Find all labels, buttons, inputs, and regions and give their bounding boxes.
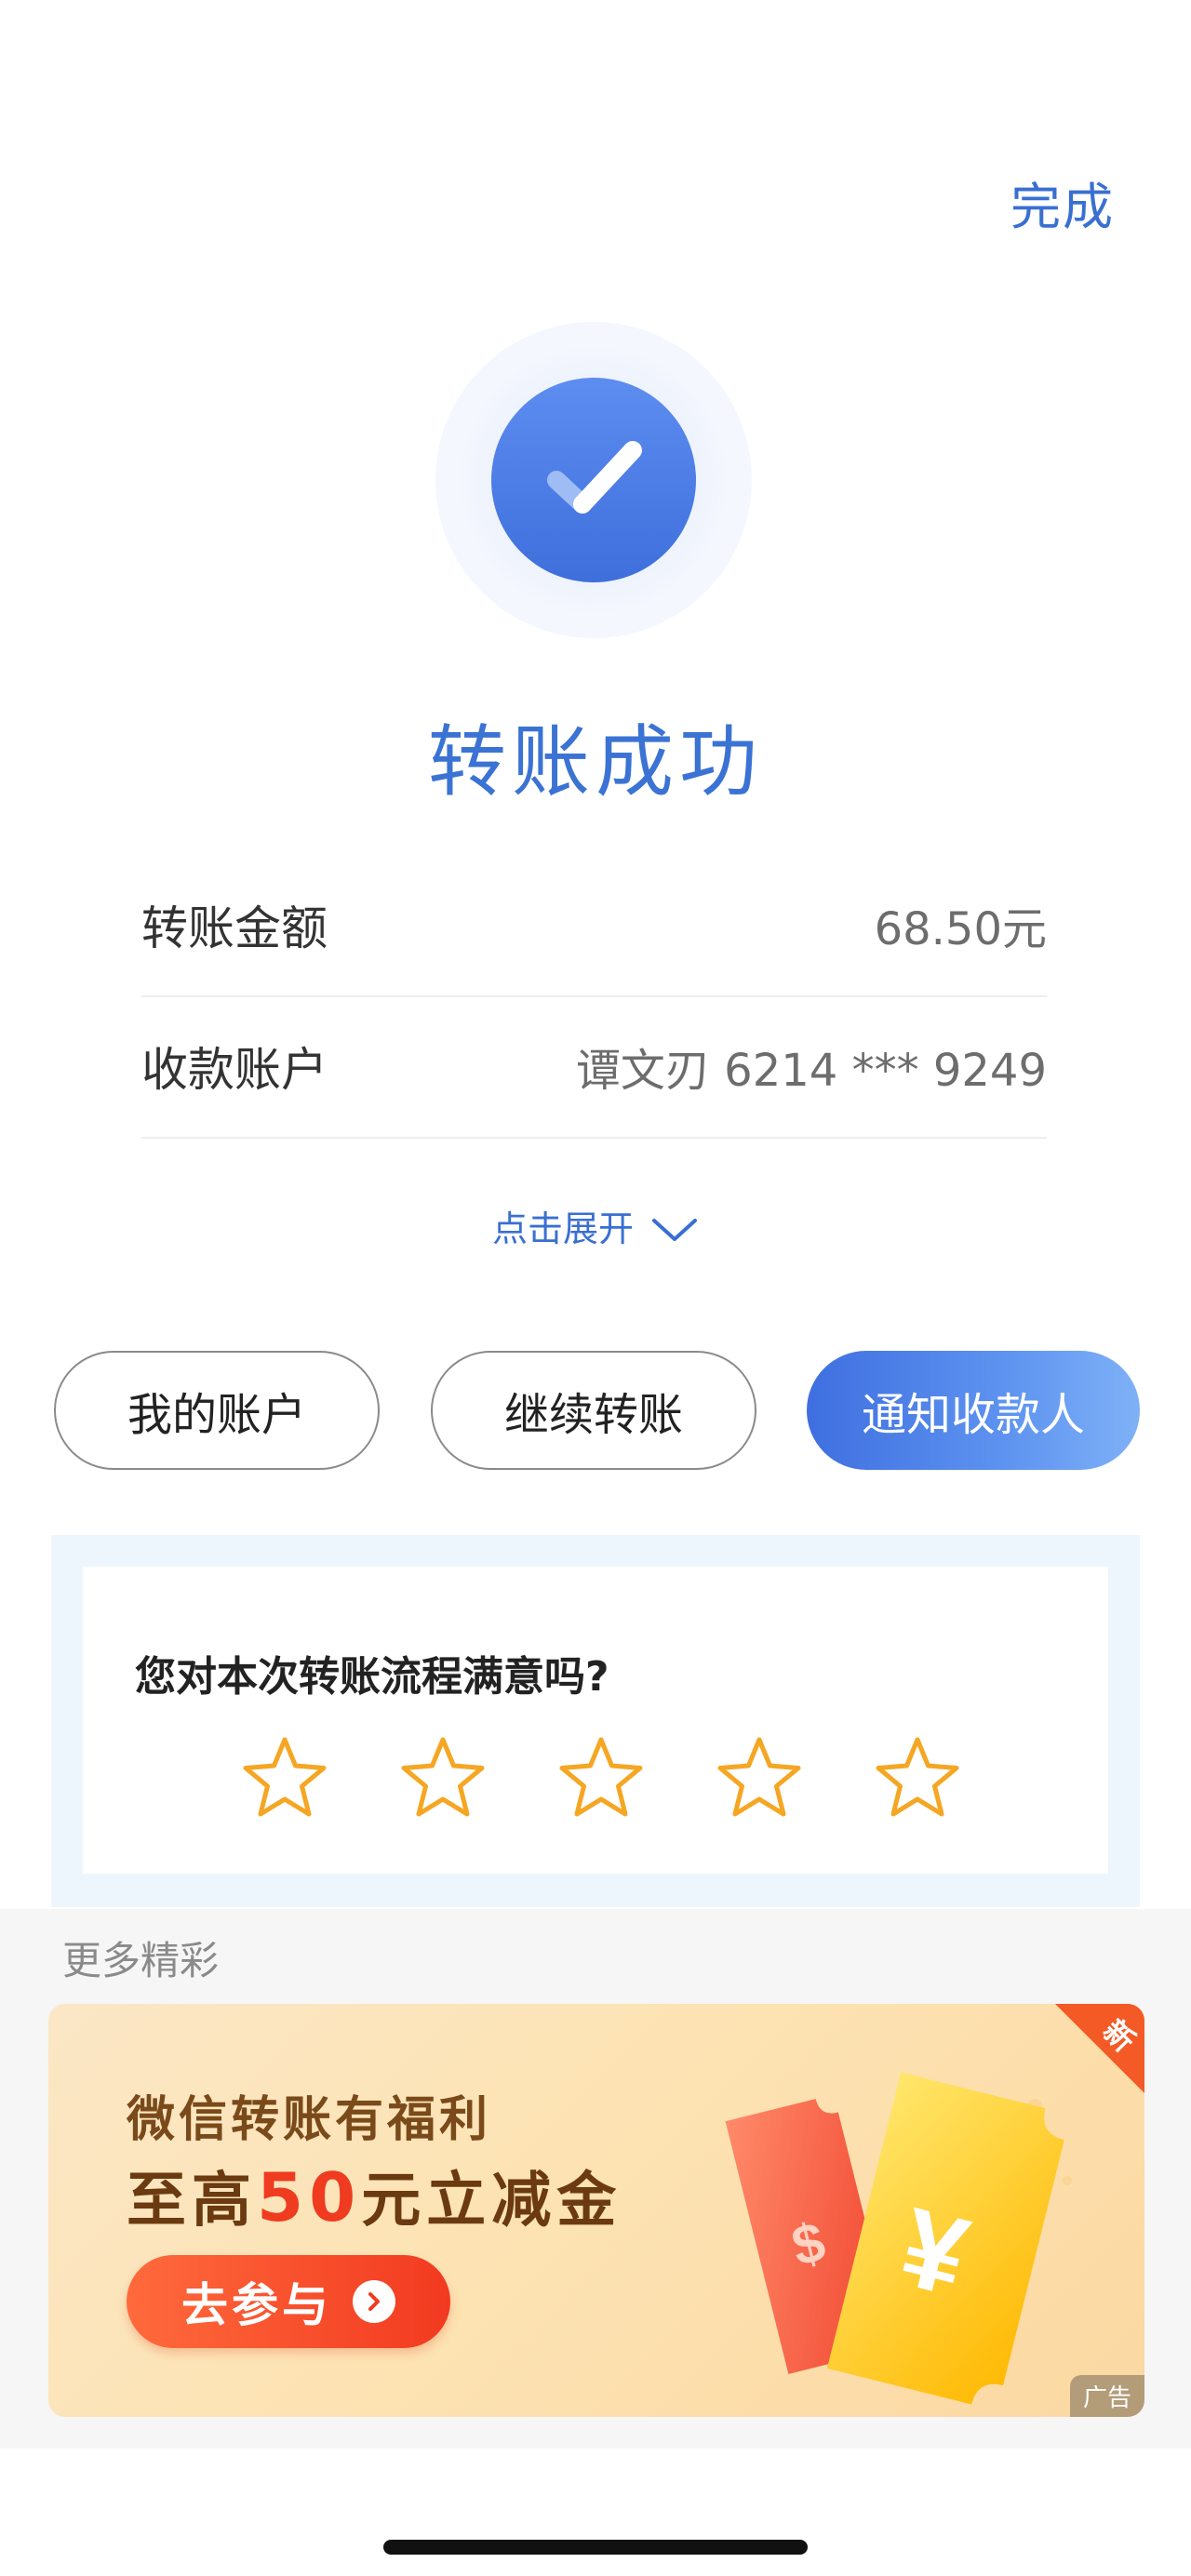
home-indicator[interactable] xyxy=(383,2540,808,2555)
star-icon[interactable] xyxy=(396,1732,489,1825)
notify-payee-button[interactable]: 通知收款人 xyxy=(807,1351,1140,1470)
more-section: 更多精彩 微信转账有福利 至高50元立减金 去参与 $ ¥ 新 广告 xyxy=(0,1909,1191,2449)
rating-card: 您对本次转账流程满意吗? xyxy=(83,1567,1108,1874)
star-icon[interactable] xyxy=(713,1732,806,1825)
ad-tag: 广告 xyxy=(1069,2375,1144,2417)
rating-stars xyxy=(238,1732,1029,1825)
promo-headline: 微信转账有福利 xyxy=(127,2092,492,2148)
promo-offer-prefix: 至高 xyxy=(127,2167,257,2236)
star-icon[interactable] xyxy=(238,1732,331,1825)
payee-account-label: 收款账户 xyxy=(141,1043,328,1097)
promo-offer-amount: 50 xyxy=(257,2158,362,2236)
amount-label: 转账金额 xyxy=(141,901,328,955)
my-account-button[interactable]: 我的账户 xyxy=(54,1351,380,1470)
join-label: 去参与 xyxy=(181,2278,332,2332)
rating-panel: 您对本次转账流程满意吗? xyxy=(51,1535,1140,1907)
done-button[interactable]: 完成 xyxy=(1010,166,1115,239)
payee-account-row: 收款账户 谭文刃 6214 *** 9249 xyxy=(141,995,1047,1139)
star-icon[interactable] xyxy=(555,1732,648,1825)
join-button[interactable]: 去参与 xyxy=(127,2255,450,2348)
chevron-right-icon xyxy=(353,2280,395,2323)
amount-value: 68.50元 xyxy=(874,903,1047,955)
expand-details-button[interactable]: 点击展开 xyxy=(0,1200,1191,1252)
promo-offer-suffix: 元立减金 xyxy=(361,2167,622,2236)
continue-transfer-button[interactable]: 继续转账 xyxy=(431,1351,756,1470)
promo-offer: 至高50元立减金 xyxy=(127,2153,622,2238)
expand-label: 点击展开 xyxy=(491,1208,634,1249)
promo-banner[interactable]: 微信转账有福利 至高50元立减金 去参与 $ ¥ 新 广告 xyxy=(48,2004,1144,2417)
chevron-down-icon xyxy=(650,1211,699,1252)
success-title: 转账成功 xyxy=(427,716,763,808)
success-check-icon xyxy=(435,322,752,638)
rating-question: 您对本次转账流程满意吗? xyxy=(135,1653,609,1701)
star-icon[interactable] xyxy=(871,1732,964,1825)
ticket-coupon-illustration: $ ¥ xyxy=(725,2072,1072,2405)
more-title: 更多精彩 xyxy=(62,1938,220,1983)
amount-row: 转账金额 68.50元 xyxy=(141,854,1047,997)
payee-account-value: 谭文刃 6214 *** 9249 xyxy=(575,1045,1047,1097)
